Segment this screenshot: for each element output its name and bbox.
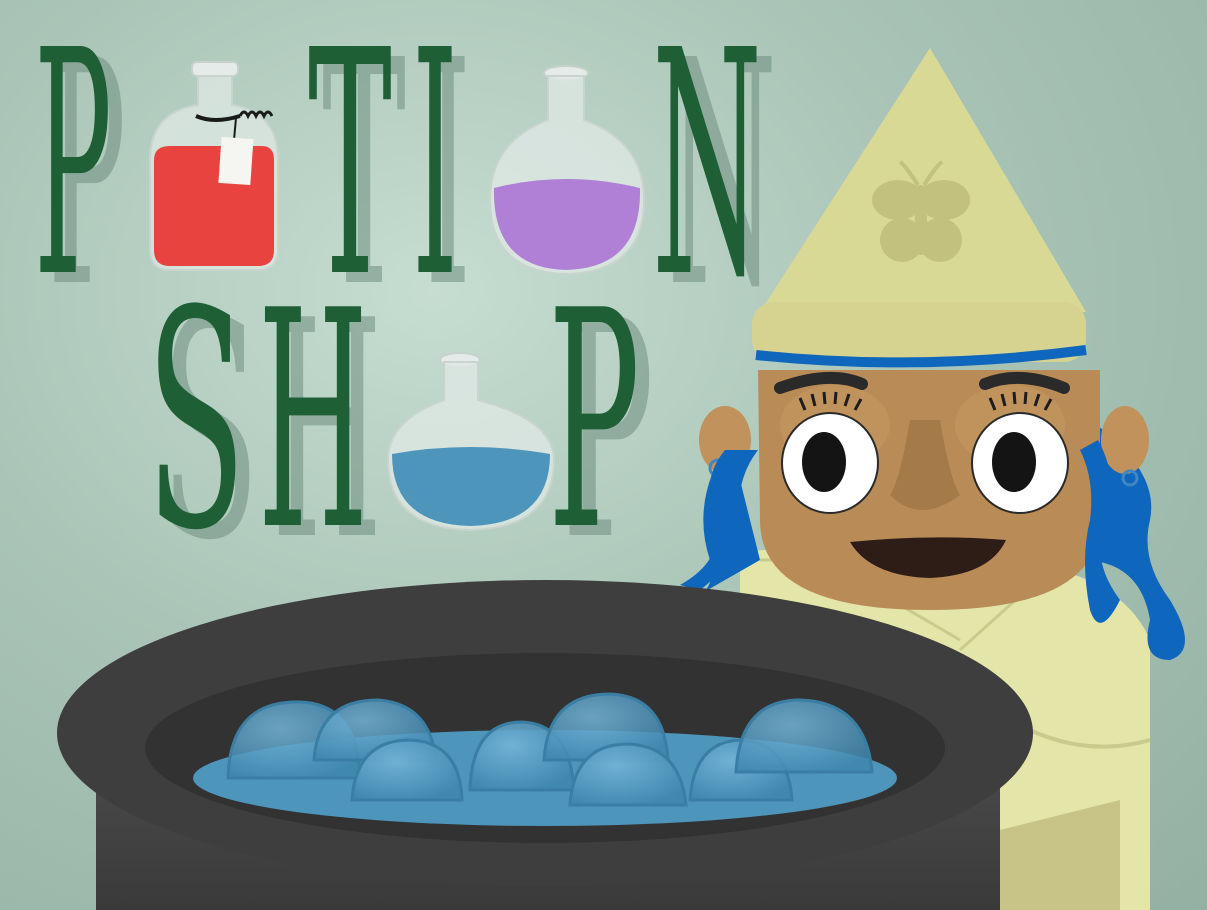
purple-potion-flask-icon	[488, 65, 646, 276]
scene: P T I N S H P P T I N S H P	[34, 0, 1185, 910]
title-letter-h: H	[258, 247, 368, 596]
red-potion-bottle-icon	[149, 61, 279, 271]
witch-hat	[760, 48, 1086, 312]
title-letter-p: P	[34, 0, 112, 346]
title-letter-i: I	[412, 0, 458, 346]
title-letter-p2: P	[548, 247, 640, 596]
cauldron[interactable]	[57, 580, 1033, 910]
title-letter-s: S	[146, 247, 246, 596]
game-title: P T I N S H P P T I N S H P	[34, 0, 777, 606]
title-screen[interactable]: P T I N S H P P T I N S H P	[0, 0, 1207, 910]
title-letter-n: N	[652, 0, 762, 346]
blue-potion-flask-icon	[386, 352, 556, 532]
